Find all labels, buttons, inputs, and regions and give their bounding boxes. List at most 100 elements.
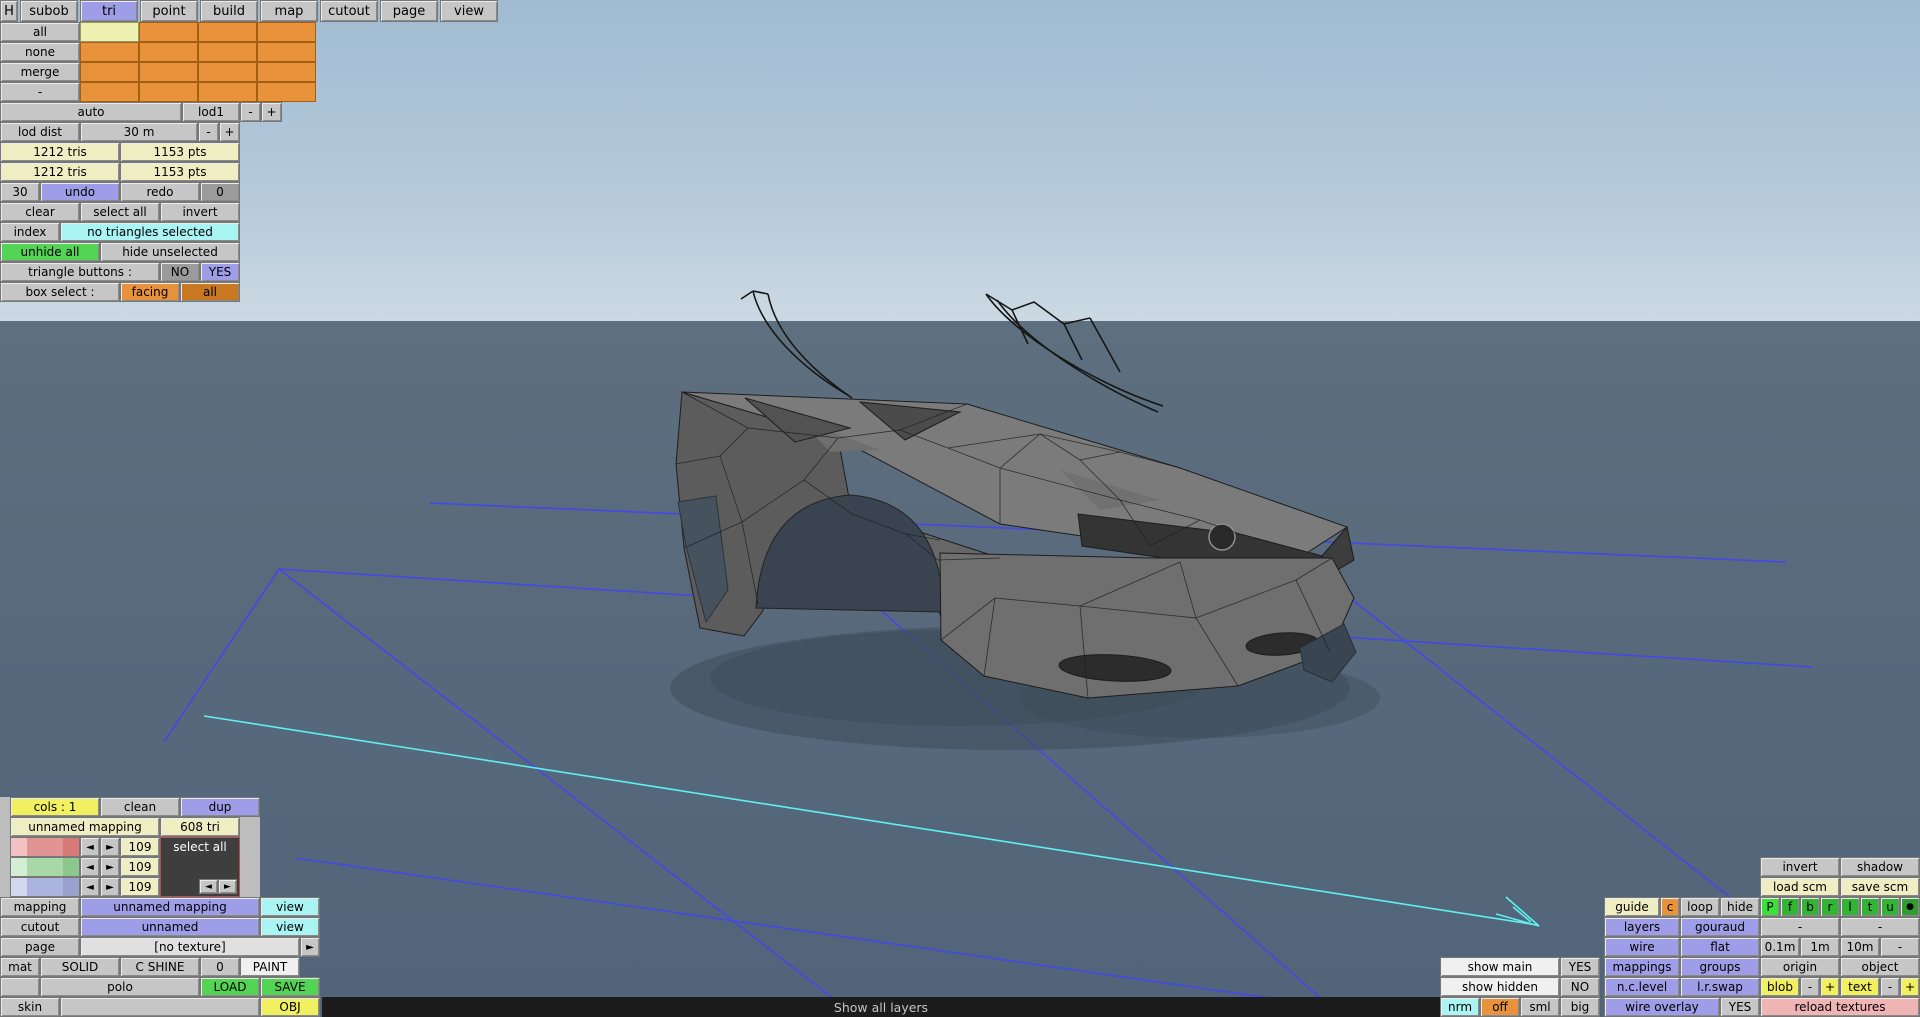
- nrm-button[interactable]: nrm: [1440, 997, 1480, 1017]
- text-button[interactable]: text: [1840, 977, 1880, 997]
- subob-slot[interactable]: [80, 62, 139, 82]
- cutout-view-button[interactable]: view: [260, 917, 320, 937]
- channel-select-all-button[interactable]: select all ◄ ►: [160, 837, 240, 897]
- subob-none-button[interactable]: none: [0, 42, 80, 62]
- subob-merge-button[interactable]: merge: [0, 62, 80, 82]
- blob-button[interactable]: blob: [1760, 977, 1800, 997]
- arrow-left-icon[interactable]: ◄: [80, 857, 100, 877]
- big-button[interactable]: big: [1560, 997, 1600, 1017]
- channel-value[interactable]: 109: [120, 837, 160, 857]
- show-hidden-toggle[interactable]: NO: [1560, 977, 1600, 997]
- arrow-right-icon[interactable]: ►: [100, 857, 120, 877]
- hide-unselected-button[interactable]: hide unselected: [100, 242, 240, 262]
- menu-point-tab[interactable]: point: [140, 0, 198, 22]
- save-button[interactable]: SAVE: [260, 977, 320, 997]
- wire-overlay-toggle[interactable]: YES: [1720, 997, 1760, 1017]
- viewport-3d[interactable]: [0, 0, 1920, 1017]
- groups-button[interactable]: groups: [1680, 957, 1760, 977]
- subob-slot[interactable]: [257, 82, 316, 102]
- scale-01m-button[interactable]: 0.1m: [1760, 937, 1800, 957]
- view-l-button[interactable]: l: [1840, 897, 1860, 917]
- clear-button[interactable]: clear: [0, 202, 80, 222]
- text-minus-button[interactable]: -: [1880, 977, 1900, 997]
- arrow-left-icon[interactable]: ◄: [80, 837, 100, 857]
- triangle-buttons-yes[interactable]: YES: [200, 262, 240, 282]
- subob-slot[interactable]: [80, 42, 139, 62]
- subob-all-button[interactable]: all: [0, 22, 80, 42]
- subob-slot[interactable]: [80, 22, 139, 42]
- menu-build-tab[interactable]: build: [200, 0, 258, 22]
- scale-10m-button[interactable]: 10m: [1840, 937, 1880, 957]
- page-texture-value[interactable]: [no texture]: [80, 937, 300, 957]
- mappings-button[interactable]: mappings: [1604, 957, 1680, 977]
- unhide-all-button[interactable]: unhide all: [0, 242, 100, 262]
- view-p-button[interactable]: P: [1760, 897, 1780, 917]
- layers-button[interactable]: layers: [1604, 917, 1680, 937]
- channel-color-swatch[interactable]: [10, 877, 80, 897]
- clean-button[interactable]: clean: [100, 797, 180, 817]
- subob-slot[interactable]: [198, 62, 257, 82]
- invert-view-button[interactable]: invert: [1760, 857, 1840, 877]
- blob-plus-button[interactable]: +: [1820, 977, 1840, 997]
- lod-level-button[interactable]: lod1: [182, 102, 240, 122]
- cutout-value[interactable]: unnamed: [80, 917, 260, 937]
- load-scm-button[interactable]: load scm: [1760, 877, 1840, 897]
- view-dot-button[interactable]: ●: [1900, 897, 1920, 917]
- subob-slot[interactable]: [257, 62, 316, 82]
- view-t-button[interactable]: t: [1860, 897, 1880, 917]
- arrow-left-icon[interactable]: ◄: [199, 879, 218, 894]
- subob-slot[interactable]: [139, 42, 198, 62]
- lod-minus-button[interactable]: -: [240, 102, 261, 122]
- arrow-left-icon[interactable]: ◄: [80, 877, 100, 897]
- subob-slot[interactable]: [139, 82, 198, 102]
- scale-dash-button[interactable]: -: [1880, 937, 1920, 957]
- layers-dash-b[interactable]: -: [1840, 917, 1920, 937]
- c-button[interactable]: c: [1660, 897, 1680, 917]
- subob-dash-button[interactable]: -: [0, 82, 80, 102]
- subob-slot[interactable]: [198, 82, 257, 102]
- channel-value[interactable]: 109: [120, 877, 160, 897]
- mapping-name[interactable]: unnamed mapping: [10, 817, 160, 837]
- menu-map-tab[interactable]: map: [260, 0, 318, 22]
- subob-slot[interactable]: [139, 62, 198, 82]
- scale-1m-button[interactable]: 1m: [1800, 937, 1840, 957]
- solid-button[interactable]: SOLID: [40, 957, 120, 977]
- menu-h-button[interactable]: H: [0, 0, 18, 22]
- page-next-icon[interactable]: ►: [300, 937, 320, 957]
- view-b-button[interactable]: b: [1800, 897, 1820, 917]
- load-button[interactable]: LOAD: [200, 977, 260, 997]
- box-select-facing[interactable]: facing: [120, 282, 180, 302]
- arrow-right-icon[interactable]: ►: [100, 877, 120, 897]
- off-button[interactable]: off: [1480, 997, 1520, 1017]
- obj-button[interactable]: OBJ: [260, 997, 320, 1017]
- lod-plus-button[interactable]: +: [261, 102, 282, 122]
- gouraud-button[interactable]: gouraud: [1680, 917, 1760, 937]
- index-button[interactable]: index: [0, 222, 60, 242]
- menu-tri-tab[interactable]: tri: [80, 0, 138, 22]
- save-scm-button[interactable]: save scm: [1840, 877, 1920, 897]
- select-all-button[interactable]: select all: [80, 202, 160, 222]
- skin-button[interactable]: skin: [0, 997, 60, 1017]
- blob-minus-button[interactable]: -: [1800, 977, 1820, 997]
- reload-textures-button[interactable]: reload textures: [1760, 997, 1920, 1017]
- mapping-value[interactable]: unnamed mapping: [80, 897, 260, 917]
- lod-dist-plus-button[interactable]: +: [219, 122, 240, 142]
- show-main-toggle[interactable]: YES: [1560, 957, 1600, 977]
- text-plus-button[interactable]: +: [1900, 977, 1920, 997]
- subob-slot[interactable]: [257, 22, 316, 42]
- menu-cutout-tab[interactable]: cutout: [320, 0, 378, 22]
- invert-button[interactable]: invert: [160, 202, 240, 222]
- box-select-all[interactable]: all: [180, 282, 240, 302]
- guide-button[interactable]: guide: [1604, 897, 1660, 917]
- view-u-button[interactable]: u: [1880, 897, 1900, 917]
- arrow-right-icon[interactable]: ►: [218, 879, 237, 894]
- subob-slot[interactable]: [139, 22, 198, 42]
- menu-subob-tab[interactable]: subob: [20, 0, 78, 22]
- dup-button[interactable]: dup: [180, 797, 260, 817]
- subob-slot[interactable]: [80, 82, 139, 102]
- undo-button[interactable]: undo: [40, 182, 120, 202]
- menu-page-tab[interactable]: page: [380, 0, 438, 22]
- channel-color-swatch[interactable]: [10, 837, 80, 857]
- wire-overlay-button[interactable]: wire overlay: [1604, 997, 1720, 1017]
- wire-button[interactable]: wire: [1604, 937, 1680, 957]
